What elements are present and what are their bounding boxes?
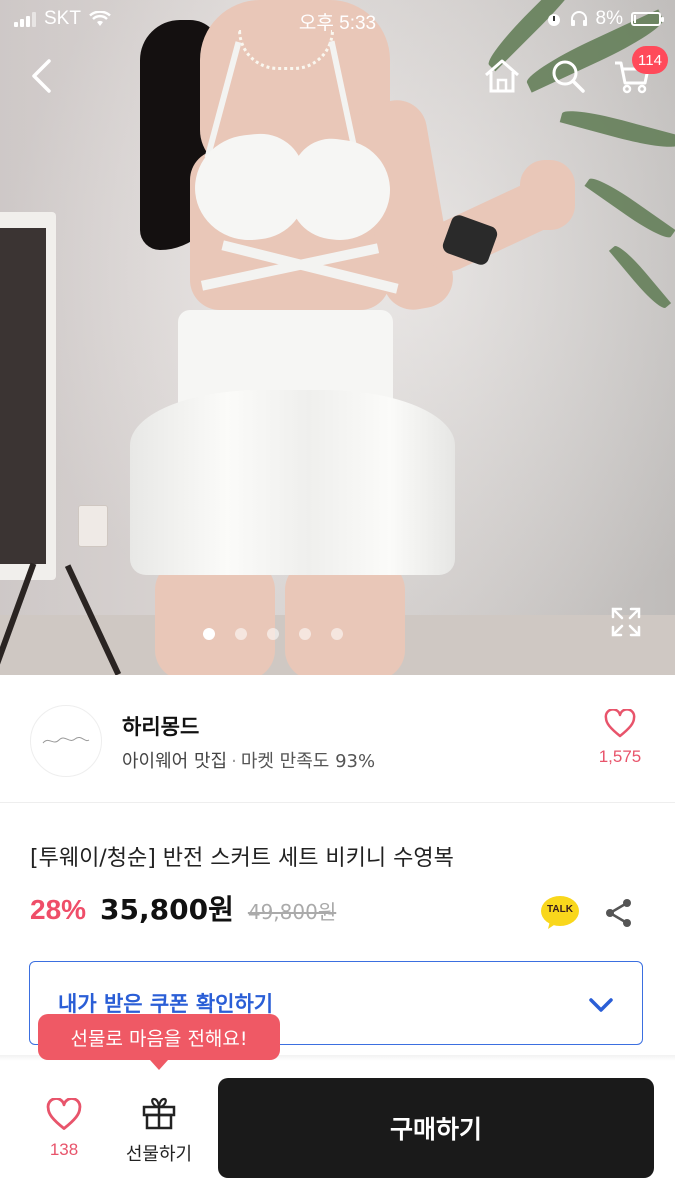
seller-satisfaction: 마켓 만족도 93% (240, 751, 376, 772)
product-image[interactable]: SKT 오후 5:33 8% 114 (0, 0, 675, 675)
pagination-dot[interactable] (266, 628, 279, 640)
fullscreen-button[interactable] (610, 606, 642, 638)
gallery-pagination (0, 628, 675, 640)
pagination-dot[interactable] (330, 628, 343, 640)
product-like-count: 138 (49, 1140, 79, 1159)
search-icon (552, 60, 585, 93)
seller-name[interactable]: 하리몽드 (122, 711, 199, 741)
sale-price: 35,800원 (100, 893, 234, 926)
battery-percent: 8% (595, 8, 623, 29)
share-icon (606, 899, 631, 927)
home-button[interactable] (480, 54, 524, 98)
talk-icon-label: TALK (547, 904, 573, 915)
status-right: 8% (546, 8, 664, 30)
seller-logo[interactable] (30, 705, 102, 777)
gift-button[interactable]: 선물하기 (114, 1096, 204, 1166)
pagination-dot[interactable] (298, 628, 311, 640)
seller-like-count: 1,575 (598, 747, 642, 766)
chevron-down-icon (589, 998, 613, 1012)
seller-logo-mark (42, 736, 90, 744)
heart-outline-icon (604, 708, 636, 738)
buy-button[interactable]: 구매하기 (218, 1078, 654, 1178)
alarm-icon (547, 14, 560, 26)
image-skirt-flare (130, 390, 455, 575)
status-bar: SKT 오후 5:33 8% (0, 0, 675, 38)
seller-section[interactable]: 하리몽드 아이웨어 맛집 · 마켓 만족도 93% 1,575 (0, 675, 675, 803)
bottom-action-bar: 138 선물하기 구매하기 (0, 1062, 675, 1200)
home-icon (485, 59, 519, 93)
share-button[interactable] (604, 898, 634, 928)
pagination-dot[interactable] (202, 628, 215, 640)
product-title: [투웨이/청순] 반전 스커트 세트 비키니 수영복 (30, 846, 454, 871)
product-like-button[interactable]: 138 (34, 1097, 94, 1160)
discount-rate: 28% (30, 894, 87, 925)
seller-meta-separator: · (231, 751, 237, 772)
original-price: 49,800원 (247, 900, 337, 924)
seller-tag: 아이웨어 맛집 (122, 751, 228, 772)
gift-tooltip[interactable]: 선물로 마음을 전해요! (38, 1014, 280, 1070)
gift-label: 선물하기 (125, 1144, 193, 1165)
back-button[interactable] (20, 54, 64, 98)
chevron-left-icon (32, 59, 51, 93)
gift-icon (142, 1097, 176, 1130)
image-model (0, 0, 675, 675)
battery-icon (631, 12, 664, 26)
pagination-dot[interactable] (234, 628, 247, 640)
seller-like-button[interactable]: 1,575 (590, 708, 650, 767)
seller-meta: 아이웨어 맛집 · 마켓 만족도 93% (122, 747, 375, 773)
expand-icon (611, 607, 641, 637)
cart-count-badge: 114 (632, 46, 668, 74)
heart-outline-icon (46, 1097, 82, 1130)
search-button[interactable] (546, 54, 590, 98)
headphones-icon (570, 11, 587, 26)
price-row: 28% 35,800원 49,800원 (30, 888, 336, 928)
kakao-talk-button[interactable]: TALK (540, 895, 580, 929)
